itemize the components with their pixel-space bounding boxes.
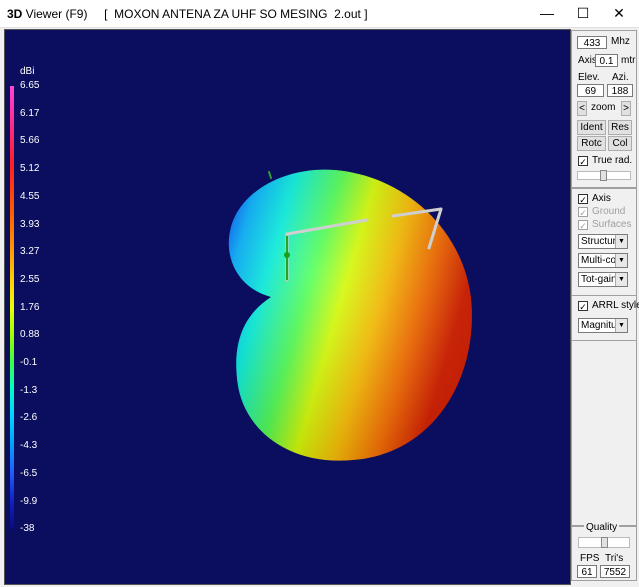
quality-slider[interactable] [578,537,630,548]
colorbar-tick-label: 3.27 [20,246,40,258]
lobe-shading [228,169,472,461]
tris-label: Tri's [605,553,624,564]
slider-thumb[interactable] [600,170,607,181]
colorbar-tick-label: -6.5 [20,467,38,479]
arrl-group: ✓ ARRL style Magnitu ▼ [571,295,639,341]
colorbar-tick-label: 3.93 [20,218,40,230]
magnitude-select[interactable]: Magnitu ▼ [578,318,628,333]
colorbar-tick-label: -4.3 [20,440,38,452]
ground-label: Ground [592,206,626,217]
elevation-field[interactable]: 69 [577,84,604,97]
zoom-label: zoom [591,102,616,113]
rotc-button[interactable]: Rotc [577,136,606,151]
axis-checkbox[interactable]: ✓ [578,194,588,205]
surfaces-checkbox[interactable]: ✓ [578,220,588,231]
radiation-pattern-3d [228,169,472,461]
colorbar-unit: dBi [20,66,35,77]
ground-checkbox[interactable]: ✓ [578,207,588,218]
quality-slider-thumb[interactable] [601,537,608,548]
ident-button[interactable]: Ident [577,120,606,135]
res-button[interactable]: Res [608,120,632,135]
title-bar: 3D Viewer (F9) [ MOXON ANTENA ZA UHF SO … [0,0,639,28]
color-mode-select[interactable]: Multi-colo ▼ [578,253,628,268]
true-rad-label: True rad. [592,155,633,166]
colorbar-tick-label: -9.9 [20,495,38,507]
colorbar-tick-label: 4.55 [20,190,40,202]
zoom-out-button[interactable]: < [577,101,587,116]
colorbar-tick-label: 0.88 [20,329,40,341]
spacer-group [571,340,637,526]
feed-point [284,252,290,258]
gain-type-select[interactable]: Tot-gain ▼ [578,272,628,287]
quality-group: Quality FPS Tri's 61 7552 [571,522,637,581]
display-group: ✓ Axis ✓ Ground ✓ Surfaces Structure ▼ Mu… [571,188,637,296]
fps-label: FPS [580,553,600,564]
axis-unit: mtr [621,55,636,66]
frequency-unit: Mhz [611,36,630,47]
window-title: 3D Viewer (F9) [ MOXON ANTENA ZA UHF SO … [7,7,368,21]
azi-label: Azi. [612,72,629,83]
view-group: 433 Mhz Axis 0.1 mtr Elev. Azi. 69 188 <… [571,30,637,188]
quality-label: Quality [584,522,620,533]
colorbar-tick-label: 5.66 [20,135,40,147]
colorbar-tick-label: 5.12 [20,163,40,175]
structure-select[interactable]: Structure ▼ [578,234,628,249]
fps-value: 61 [577,565,597,578]
close-button[interactable]: ✕ [596,0,639,27]
tris-value: 7552 [600,565,630,578]
true-rad-slider[interactable] [577,170,631,181]
colorbar-tick-label: -38 [20,523,35,535]
arrl-style-checkbox[interactable]: ✓ [578,301,588,312]
colorbar-tick-label: 6.65 [20,80,40,91]
elev-label: Elev. [578,72,600,83]
colorbar-tick-label: 2.55 [20,273,40,285]
3d-viewport[interactable]: dBi 6.65 6.17 5.66 5.12 4.55 3.93 3.27 2.55 1.76… [4,29,571,585]
colorbar-tick-label: -0.1 [20,357,38,368]
colorbar-tick-label: 1.76 [20,301,40,313]
surfaces-label: Surfaces [592,219,632,230]
colorbar-tick-label: -1.3 [20,384,38,396]
zoom-in-button[interactable]: > [621,101,631,116]
colorbar-tick-label: -2.6 [20,412,38,424]
colorbar-tick-label: 6.17 [20,107,40,119]
control-panel: 433 Mhz Axis 0.1 mtr Elev. Azi. 69 188 <… [571,29,639,583]
true-rad-checkbox[interactable]: ✓ [578,156,588,167]
axis-check-label: Axis [592,193,611,204]
azimuth-field[interactable]: 188 [607,84,633,97]
axis-length-field[interactable]: 0.1 [595,54,618,67]
gain-colorbar [10,86,14,529]
frequency-field[interactable]: 433 [577,36,607,49]
arrl-style-label: ARRL style [592,300,639,311]
col-button[interactable]: Col [608,136,632,151]
